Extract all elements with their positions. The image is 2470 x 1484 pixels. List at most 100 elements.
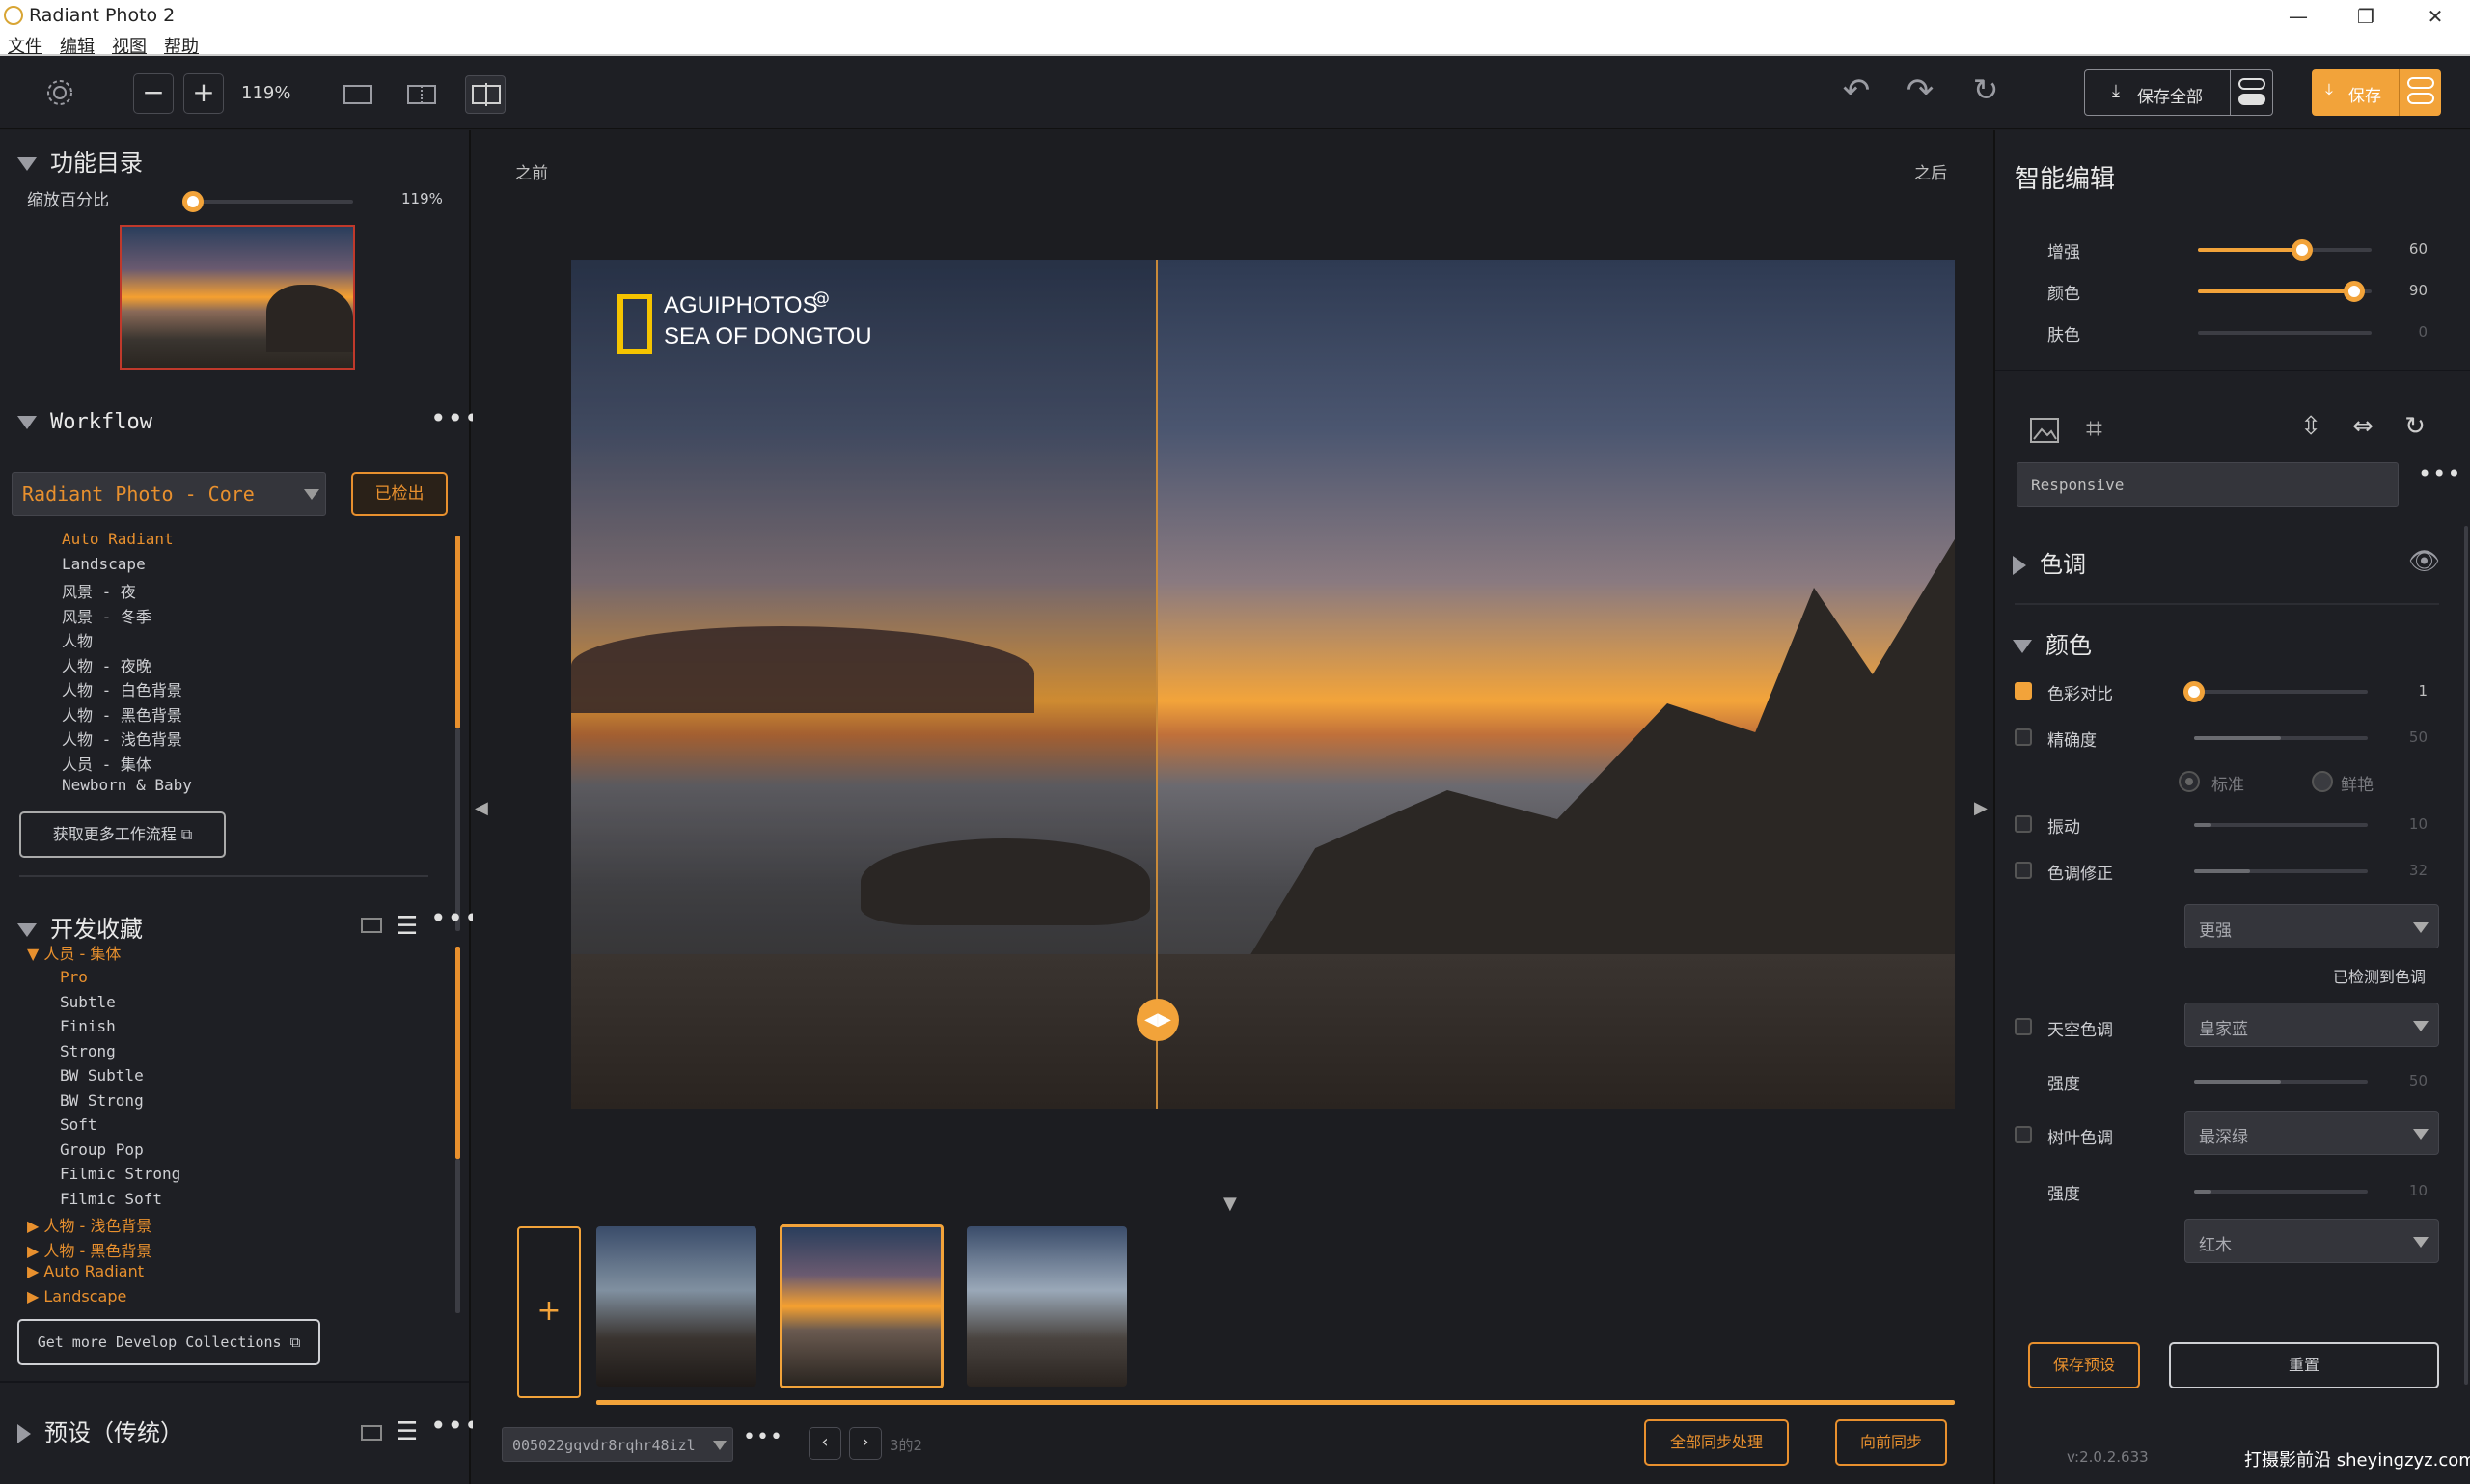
menu-view[interactable]: 视图 [112, 33, 147, 58]
save-all-options-icon[interactable] [2230, 70, 2272, 115]
checkbox[interactable] [2015, 815, 2032, 833]
checkbox[interactable] [2015, 682, 2032, 700]
collection-group[interactable]: ▶ 人物 - 黑色背景 [27, 1238, 151, 1261]
color-slider[interactable] [2194, 736, 2368, 740]
collection-item[interactable]: Finish [60, 1017, 116, 1035]
split-view-button[interactable] [465, 75, 506, 114]
workflow-item[interactable]: 人员 - 集体 [62, 752, 151, 775]
prev-page-button[interactable]: ‹ [809, 1427, 841, 1460]
collections-header[interactable]: 开发收藏 [17, 910, 143, 944]
workflow-item[interactable]: Auto Radiant [62, 530, 174, 548]
collapse-filmstrip-icon[interactable]: ▼ [1223, 1194, 1237, 1214]
next-image-arrow-icon[interactable]: ▶ [1974, 798, 1988, 818]
workflow-item[interactable]: 风景 - 夜 [62, 579, 136, 602]
preset-name-field[interactable]: Responsive [2017, 462, 2399, 507]
smart-slider-thumb[interactable] [2344, 281, 2365, 302]
sky-tone-select[interactable]: 皇家蓝 [2184, 1003, 2439, 1047]
split-line[interactable] [1156, 260, 1158, 1109]
save-button[interactable]: ⤓ 保存 [2312, 69, 2441, 116]
filmstrip-scrollbar[interactable] [596, 1400, 1955, 1405]
side-by-side-view-icon[interactable] [407, 83, 436, 106]
collection-item[interactable]: BW Strong [60, 1091, 144, 1110]
foliage-strength-slider[interactable] [2194, 1190, 2368, 1194]
filmstrip-thumb[interactable] [967, 1226, 1127, 1387]
eye-icon[interactable]: 👁 [2408, 547, 2440, 576]
tone-section-header[interactable]: 色调 [2013, 545, 2086, 579]
foliage-tone-select[interactable]: 最深绿 [2184, 1111, 2439, 1155]
flip-vertical-icon[interactable]: ⇳ [2296, 412, 2325, 441]
photo-preview[interactable]: ◀▶ AGUIPHOTOS @ SEA OF DONGTOU [571, 260, 1955, 1109]
workflow-item[interactable]: 风景 - 冬季 [62, 604, 151, 627]
color-section-header[interactable]: 颜色 [2013, 626, 2092, 660]
collection-group-expanded[interactable]: ▼ 人员 - 集体 [27, 941, 121, 964]
settings-gear-icon[interactable] [44, 77, 75, 108]
get-more-collections-button[interactable]: Get more Develop Collections ⧉ [17, 1319, 320, 1365]
sync-all-button[interactable]: 全部同步处理 [1644, 1419, 1789, 1466]
right-scrollbar[interactable] [2464, 526, 2468, 1385]
save-all-button[interactable]: ⤓ 保存全部 [2084, 69, 2273, 116]
workflow-item[interactable]: 人物 [62, 628, 93, 651]
wood-tone-select[interactable]: 红木 [2184, 1219, 2439, 1263]
radio-standard[interactable] [2179, 771, 2200, 792]
save-preset-button[interactable]: 保存预设 [2028, 1342, 2140, 1388]
prev-image-arrow-icon[interactable]: ◀ [475, 798, 488, 818]
collection-item[interactable]: Group Pop [60, 1140, 144, 1159]
color-slider-thumb[interactable] [2183, 681, 2205, 702]
save-options-icon[interactable] [2399, 69, 2441, 116]
add-image-button[interactable]: + [517, 1226, 581, 1398]
workflow-item[interactable]: 人物 - 黑色背景 [62, 702, 182, 726]
workflow-item[interactable]: 人物 - 夜晚 [62, 653, 151, 676]
smart-slider[interactable] [2198, 281, 2372, 302]
list-view-icon[interactable]: ☰ [396, 912, 418, 941]
flip-horizontal-icon[interactable]: ⇔ [2348, 412, 2377, 441]
collection-item[interactable]: Filmic Soft [60, 1190, 162, 1208]
crop-icon[interactable]: ⌗ [2086, 412, 2102, 446]
undo-icon[interactable]: ↶ [1839, 71, 1874, 110]
redo-icon[interactable]: ↷ [1903, 71, 1937, 110]
workflow-header[interactable]: Workflow [17, 410, 152, 434]
zoom-slider-thumb[interactable] [182, 191, 204, 212]
workflow-item[interactable]: 人物 - 白色背景 [62, 677, 182, 701]
menu-file[interactable]: 文件 [8, 33, 42, 58]
foliage-checkbox[interactable] [2015, 1126, 2032, 1143]
single-view-icon[interactable] [343, 83, 372, 106]
smart-slider[interactable] [2198, 331, 2372, 335]
reset-rotate-icon[interactable]: ↻ [1968, 71, 2003, 108]
filmstrip-thumb[interactable] [596, 1226, 756, 1387]
image-mode-icon[interactable] [2030, 418, 2059, 443]
color-slider[interactable] [2194, 823, 2368, 827]
radio-vivid[interactable] [2312, 771, 2333, 792]
zoom-in-button[interactable]: + [183, 73, 224, 114]
preset-more-icon[interactable]: ••• [2418, 460, 2461, 487]
color-slider[interactable] [2183, 681, 2368, 702]
collections-scrollbar[interactable] [455, 947, 460, 1159]
collection-item[interactable]: Pro [60, 968, 88, 986]
workflow-select[interactable]: Radiant Photo - Core [12, 472, 326, 516]
split-handle-icon[interactable]: ◀▶ [1137, 999, 1179, 1041]
sky-checkbox[interactable] [2015, 1018, 2032, 1035]
filename-select[interactable]: 005022gqvdr8rqhr48izl [502, 1427, 733, 1462]
collection-item[interactable]: Soft [60, 1115, 97, 1134]
workflow-item[interactable]: Landscape [62, 555, 146, 573]
zoom-percent-slider[interactable] [182, 191, 353, 212]
minimize-icon[interactable]: — [2279, 2, 2318, 31]
smart-slider-thumb[interactable] [2292, 239, 2313, 261]
collection-group[interactable]: ▶ Landscape [27, 1287, 126, 1305]
collection-group[interactable]: ▶ Auto Radiant [27, 1262, 144, 1280]
zoom-out-button[interactable]: − [133, 73, 174, 114]
smart-slider[interactable] [2198, 239, 2372, 261]
get-more-workflows-button[interactable]: 获取更多工作流程 ⧉ [19, 811, 226, 858]
reset-button[interactable]: 重置 [2169, 1342, 2439, 1388]
grid-view-icon[interactable] [361, 918, 382, 933]
workflow-scrollbar[interactable] [455, 536, 460, 728]
presets-list-view-icon[interactable]: ☰ [396, 1417, 418, 1446]
close-icon[interactable]: ✕ [2416, 2, 2455, 31]
stronger-select[interactable]: 更强 [2184, 904, 2439, 948]
collection-item[interactable]: Strong [60, 1042, 116, 1060]
collection-group[interactable]: ▶ 人物 - 浅色背景 [27, 1213, 151, 1236]
menu-edit[interactable]: 编辑 [60, 33, 95, 58]
menu-help[interactable]: 帮助 [164, 33, 199, 58]
presets-grid-view-icon[interactable] [361, 1425, 382, 1441]
navigator-thumbnail[interactable] [120, 225, 355, 370]
sky-strength-slider[interactable] [2194, 1080, 2368, 1084]
